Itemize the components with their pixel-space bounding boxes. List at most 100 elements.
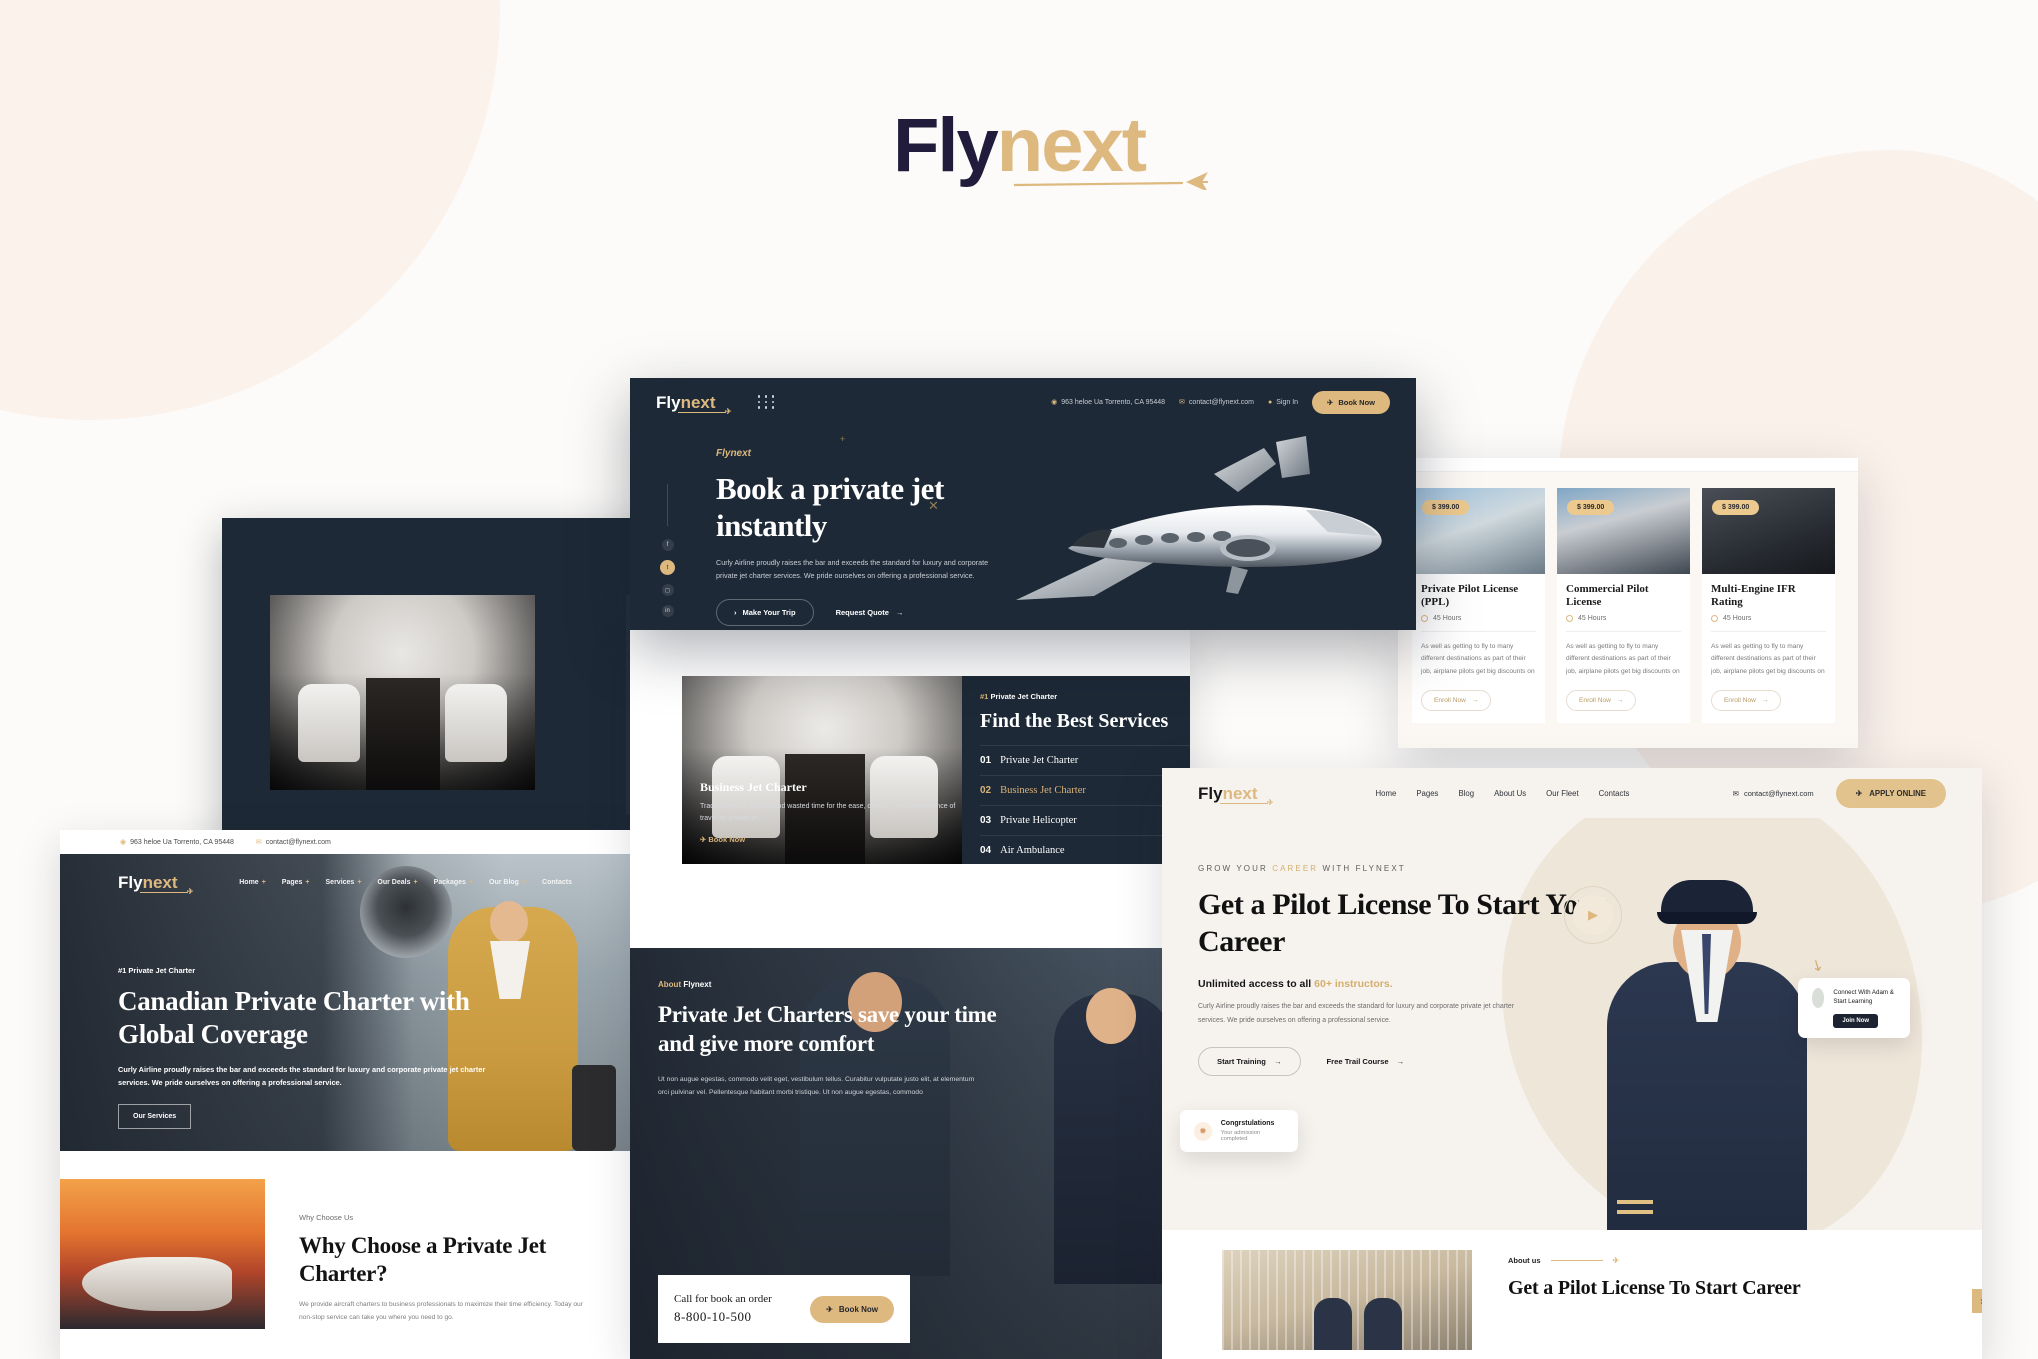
mid-card-book-now-button[interactable]: ✈ Book Now (700, 835, 968, 844)
hero-eyebrow: Flynext (716, 448, 752, 459)
mid-about-eyebrow: About Flynext (658, 980, 998, 989)
pilot-eyebrow-b: CAREER (1272, 864, 1319, 873)
chevron-right-icon[interactable]: › (1972, 1289, 1982, 1313)
nav-item-services[interactable]: Services + (326, 879, 362, 886)
mid-services-list-item[interactable]: 01 Private Jet Charter (980, 745, 1190, 775)
pilot-paragraph: Curly Airline proudly raises the bar and… (1198, 1003, 1514, 1025)
course-hours: 45 Hours (1421, 615, 1536, 633)
hero-logo[interactable]: Flynext ✈ (656, 394, 732, 416)
nav-item-pages[interactable]: Pages + (282, 879, 310, 886)
course-enroll-button[interactable]: Enroll Now → (1566, 689, 1637, 711)
mid-item-number: 03 (980, 815, 992, 826)
course-enroll-button[interactable]: Enroll Now → (1711, 689, 1782, 711)
nav-item-our-deals[interactable]: Our Deals + (377, 879, 417, 886)
logo-underline (140, 892, 188, 893)
nav-item-contacts[interactable]: Contacts (542, 879, 572, 886)
nav-item-home[interactable]: Home (1376, 789, 1397, 798)
nav-item-packages[interactable]: Packages + (434, 879, 473, 886)
start-training-button[interactable]: Start Training → (1198, 1046, 1301, 1076)
free-trail-course-label: Free Trail Course (1326, 1056, 1389, 1066)
apply-online-button[interactable]: ✈ APPLY ONLINE (1835, 778, 1946, 808)
charter-utility-bar: ◉ 963 heloe Ua Torrento, CA 95448 ✉ contac… (60, 830, 630, 854)
mid-about-section: About Flynext Private Jet Charters save … (630, 948, 1190, 1359)
pilot-sleeve-stripe (1617, 1200, 1653, 1204)
apply-online-label: APPLY ONLINE (1869, 788, 1926, 798)
mid-services-list-item-active[interactable]: 02 Business Jet Charter (980, 775, 1190, 805)
nav-item-blog[interactable]: Blog (1458, 789, 1474, 798)
pilot-email-label: contact@flynext.com (1743, 788, 1814, 798)
pilot-subtitle: Unlimited access to all 60+ instructors. (1198, 978, 1628, 990)
screenshot-hero-dark[interactable]: Flynext ✈ ◉ 963 heloe Ua Torrento, CA 954… (630, 378, 1416, 630)
pilot-about-copy: About us ✈ Get a Pilot License To Start C… (1472, 1230, 1801, 1359)
eyebrow-rule (1550, 1260, 1603, 1261)
course-enroll-label: Enroll Now (1579, 696, 1611, 704)
logo-underline (678, 411, 726, 413)
grid-dots-icon[interactable] (757, 395, 776, 409)
plane-icon: ✈ (1612, 1256, 1620, 1265)
course-card[interactable]: $ 399.00 Commercial Pilot License 45 Hou… (1557, 488, 1690, 723)
linkedin-icon[interactable]: in (661, 605, 674, 617)
nav-label: Our Blog (489, 879, 519, 886)
mid-services-list-item[interactable]: 03 Private Helicopter (980, 805, 1190, 835)
course-enroll-button[interactable]: Enroll Now → (1421, 689, 1492, 711)
free-trail-course-link[interactable]: Free Trail Course → (1327, 1057, 1405, 1066)
our-services-button[interactable]: Our Services (118, 1103, 192, 1129)
instagram-icon[interactable]: ◻ (661, 584, 674, 596)
pilot-logo[interactable]: Flynext ✈ (1198, 785, 1274, 807)
hero-signin-link[interactable]: ● Sign In (1268, 399, 1298, 406)
mid-about-eyebrow-light: About (658, 980, 682, 989)
screenshot-services-about-page[interactable]: Business Jet Charter Trade crowded airpo… (630, 630, 1190, 1359)
course-hours-label: 45 Hours (1433, 615, 1462, 623)
screenshot-pilot-license-page[interactable]: Flynext ✈ Home Pages Blog About Us Our F… (1162, 768, 1982, 1359)
mid-services-list-item[interactable]: 04 Air Ambulance (980, 835, 1190, 865)
nav-item-pages[interactable]: Pages (1416, 789, 1438, 798)
nav-item-about-us[interactable]: About Us (1494, 789, 1526, 798)
hangar-photo (1222, 1250, 1472, 1350)
charter-logo[interactable]: Flynext ✈ (118, 874, 194, 896)
order-phone[interactable]: 8-800-10-500 (674, 1309, 772, 1325)
user-icon: ● (1268, 398, 1273, 406)
mid-business-jet-card[interactable]: Business Jet Charter Trade crowded airpo… (682, 676, 968, 864)
hero-signin-label: Sign In (1276, 398, 1299, 406)
nav-item-our-blog[interactable]: Our Blog + (489, 879, 526, 886)
traveler-head (490, 901, 528, 943)
mid-item-number: 04 (980, 845, 992, 856)
screenshot-charter-page[interactable]: ◉ 963 heloe Ua Torrento, CA 95448 ✉ contac… (60, 830, 630, 1359)
logo-underline (1220, 802, 1268, 804)
screenshot-courses[interactable]: $ 399.00 Private Pilot License (PPL) 45 … (1398, 458, 1858, 748)
course-thumbnail: $ 399.00 (1702, 488, 1835, 574)
charter-copy-block: #1 Private Jet Charter Canadian Private … (118, 966, 518, 1129)
clock-icon (1421, 615, 1428, 623)
nav-item-contacts[interactable]: Contacts (1599, 789, 1630, 798)
clock-icon (1566, 615, 1573, 623)
course-card[interactable]: $ 399.00 Multi-Engine IFR Rating 45 Hour… (1702, 488, 1835, 723)
charter-address-label: 963 heloe Ua Torrento, CA 95448 (130, 838, 234, 846)
congrats-subtitle: Your admission completed (1220, 1130, 1261, 1142)
brand-logo: Flynext (0, 108, 2038, 190)
mid-about-eyebrow-bold: Flynext (683, 980, 712, 989)
twitter-icon[interactable]: t (660, 560, 675, 575)
hero-email[interactable]: ✉ contact@flynext.com (1179, 398, 1254, 407)
hero-book-now-button[interactable]: ✈ Book Now (1312, 390, 1390, 414)
pilot-subtitle-a: Unlimited access to all (1198, 978, 1315, 991)
course-card[interactable]: $ 399.00 Private Pilot License (PPL) 45 … (1412, 488, 1545, 723)
call-to-order-bar: Call for book an order 8-800-10-500 ✈ Boo… (658, 1275, 910, 1343)
sunset-plane-photo (60, 1179, 265, 1329)
request-quote-link[interactable]: Request Quote → (836, 608, 904, 617)
nav-item-our-fleet[interactable]: Our Fleet (1546, 789, 1579, 798)
business-jet-interior-photo (270, 595, 535, 790)
order-book-now-button[interactable]: ✈ Book Now (810, 1295, 894, 1323)
pilot-sleeve-stripe (1617, 1210, 1653, 1214)
facebook-icon[interactable]: f (661, 539, 674, 551)
make-your-trip-button[interactable]: › Make Your Trip (716, 598, 814, 626)
charter-email[interactable]: ✉ contact@flynext.com (256, 838, 331, 847)
pilot-email[interactable]: ✉ contact@flynext.com (1733, 789, 1814, 798)
plane-icon: ✈ (1266, 797, 1274, 807)
award-icon: ✹ (1194, 1121, 1212, 1141)
charter-hero-banner: Flynext ✈ Home + Pages + Services + Our Dea… (60, 854, 630, 1151)
envelope-icon: ✉ (1179, 399, 1185, 406)
connect-card[interactable]: Connect With Adam & Start Learning Join … (1798, 978, 1910, 1038)
pilot-about-eyebrow-label: About us (1508, 1256, 1541, 1265)
nav-item-home[interactable]: Home + (239, 879, 266, 886)
join-now-button[interactable]: Join Now (1833, 1013, 1879, 1028)
